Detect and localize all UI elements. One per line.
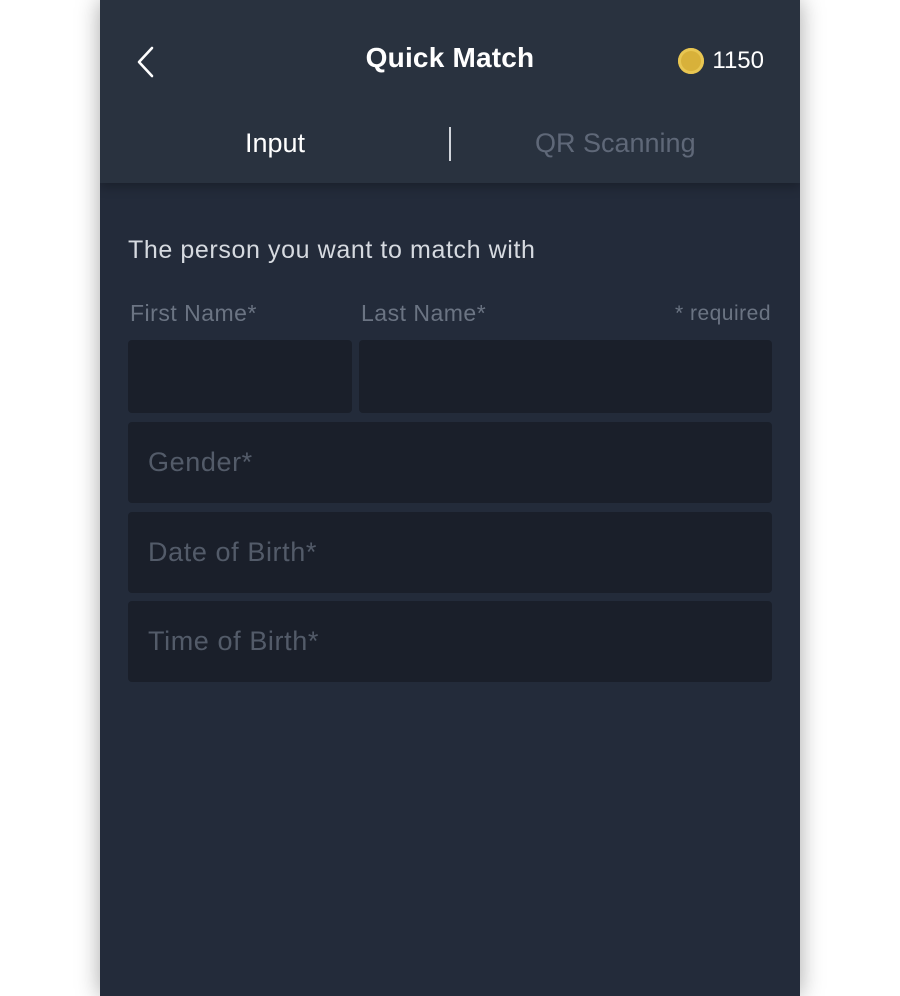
- required-note: * required: [674, 302, 771, 325]
- tab-qr-scanning[interactable]: QR Scanning: [535, 128, 696, 159]
- first-name-field[interactable]: [128, 340, 352, 413]
- coin-balance: 1150: [678, 45, 764, 77]
- gender-field[interactable]: [128, 422, 772, 503]
- last-name-field[interactable]: [359, 340, 772, 413]
- coin-count: 1150: [712, 47, 764, 74]
- first-name-label: First Name*: [130, 300, 257, 326]
- coin-icon: [678, 48, 705, 74]
- app-screen: Quick Match 1150 Input QR Scanning The p…: [100, 0, 800, 996]
- last-name-label: Last Name*: [361, 300, 487, 326]
- tab-input[interactable]: Input: [245, 128, 305, 159]
- header: Quick Match 1150 Input QR Scanning: [100, 0, 800, 183]
- time-of-birth-field[interactable]: [128, 601, 772, 682]
- section-label: The person you want to match with: [128, 236, 536, 264]
- tab-divider: [449, 127, 451, 161]
- date-of-birth-field[interactable]: [128, 512, 772, 593]
- tab-bar: Input QR Scanning: [100, 118, 800, 178]
